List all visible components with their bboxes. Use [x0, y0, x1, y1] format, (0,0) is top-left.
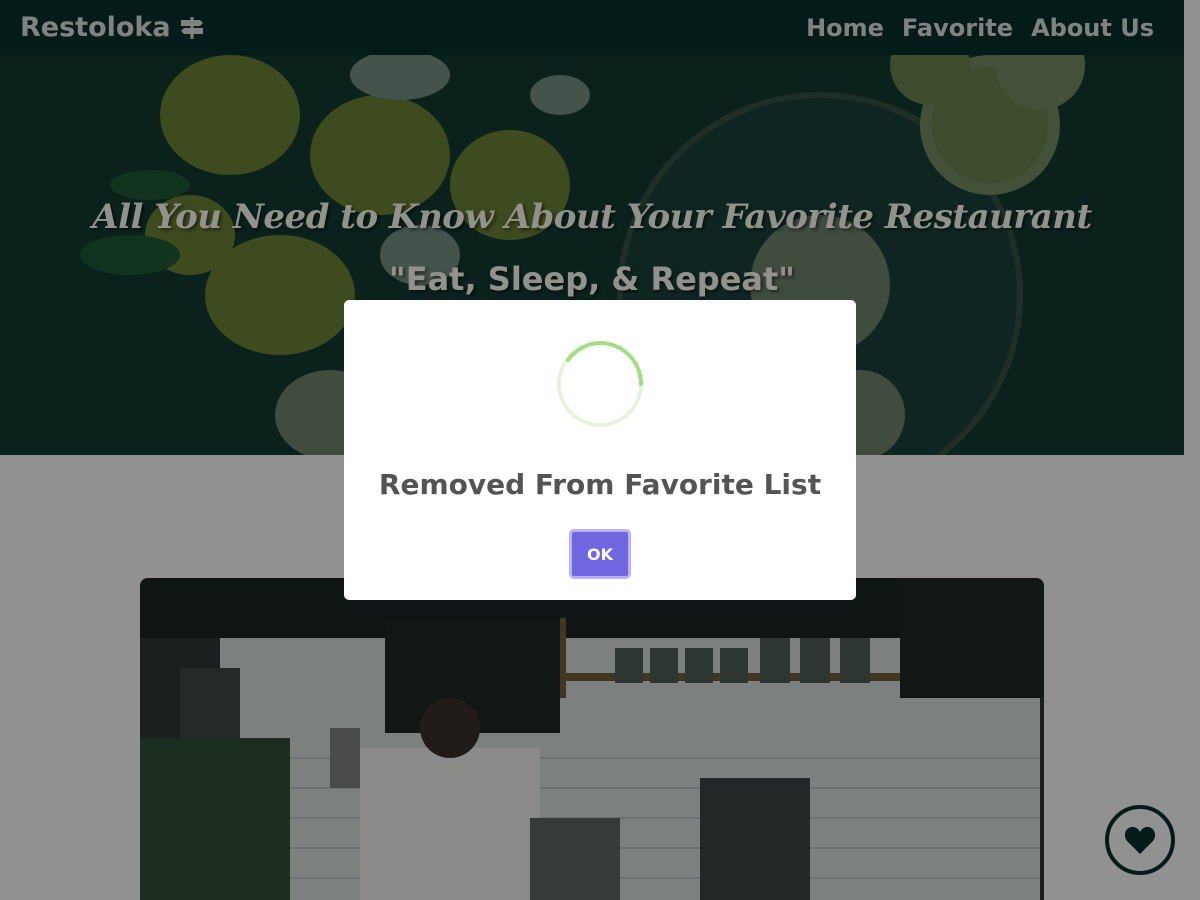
dialog-title: Removed From Favorite List	[378, 468, 822, 501]
page: Restoloka Home Favorite About Us All You…	[0, 0, 1200, 900]
alert-dialog: Removed From Favorite List OK	[344, 300, 856, 600]
ok-button[interactable]: OK	[569, 529, 631, 579]
loading-spinner-icon	[557, 341, 643, 427]
